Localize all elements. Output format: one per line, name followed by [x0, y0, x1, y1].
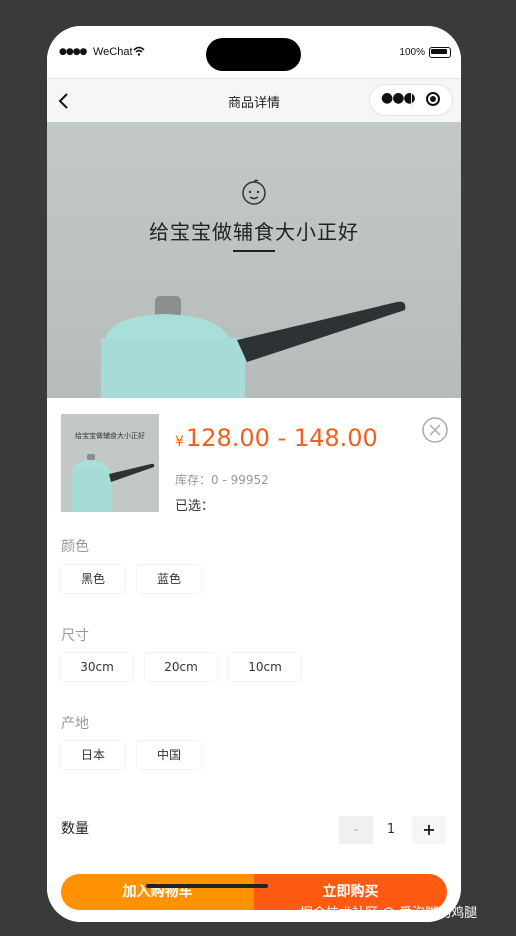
price-range: ¥128.00 - 148.00 — [175, 424, 378, 452]
battery-icon — [429, 47, 451, 58]
mini-program-capsule: ●●● — [369, 84, 453, 116]
add-to-cart-button[interactable]: 加入购物车 — [61, 874, 254, 910]
battery-percent: 100% — [399, 47, 425, 58]
stock-info: 库存：0 - 99952 — [175, 473, 269, 487]
option-chip-black[interactable]: 黑色 — [61, 565, 125, 593]
product-thumbnail: 给宝宝做辅食大小正好 — [61, 414, 159, 512]
product-hero-image: 给宝宝做辅食大小正好 — [47, 122, 461, 398]
sku-selection-panel: 给宝宝做辅食大小正好 ¥128.00 - 148.00 库存：0 - 99952… — [47, 398, 461, 922]
wifi-icon — [133, 46, 145, 56]
selected-options: 已选： — [175, 499, 215, 514]
thumbnail-caption: 给宝宝做辅食大小正好 — [75, 432, 145, 440]
option-chip-japan[interactable]: 日本 — [61, 741, 125, 769]
quantity-label: 数量 — [61, 821, 89, 837]
option-chip-30cm[interactable]: 30cm — [61, 653, 133, 681]
status-bar: ●●●● WeChat 100% — [47, 26, 461, 78]
thumbnail-pot — [72, 454, 155, 512]
nav-bar: 商品详情 ●●● — [47, 78, 461, 122]
option-chip-10cm[interactable]: 10cm — [229, 653, 301, 681]
price-value: 128.00 - 148.00 — [185, 424, 378, 452]
quantity-input[interactable]: 1 — [373, 816, 409, 844]
phone-frame: ●●●● WeChat 100% 商品详情 ●●● 给宝宝做辅食大小正好 给宝宝… — [47, 26, 461, 922]
quantity-decrease-button[interactable]: - — [339, 816, 373, 844]
origin-group-label: 产地 — [61, 716, 89, 732]
carrier-label: WeChat — [93, 46, 133, 58]
hero-underline — [233, 250, 275, 252]
hero-caption: 给宝宝做辅食大小正好 — [149, 220, 359, 244]
signal-dots-icon: ●●●● — [59, 47, 87, 57]
close-icon[interactable] — [422, 417, 448, 443]
saucepan-illustration — [101, 296, 406, 398]
option-chip-china[interactable]: 中国 — [137, 741, 201, 769]
size-group-label: 尺寸 — [61, 628, 89, 644]
dynamic-island — [206, 38, 301, 71]
option-chip-blue[interactable]: 蓝色 — [137, 565, 201, 593]
more-dots-icon[interactable]: ●●● — [381, 90, 416, 106]
option-chip-20cm[interactable]: 20cm — [145, 653, 217, 681]
capsule-divider — [411, 93, 412, 107]
currency-symbol: ¥ — [175, 434, 184, 450]
quantity-increase-button[interactable]: + — [412, 816, 446, 844]
color-group-label: 颜色 — [61, 539, 89, 555]
watermark: 掘金技术社区 @ 爱泡脚的鸡腿 — [300, 906, 478, 921]
target-circle-icon[interactable] — [426, 92, 440, 106]
baby-face-icon — [242, 179, 266, 205]
home-indicator — [146, 884, 268, 888]
